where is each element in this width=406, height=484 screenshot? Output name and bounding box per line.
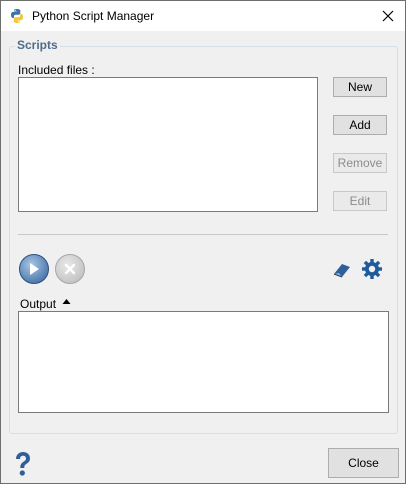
triangle-up-icon[interactable] [62,298,71,305]
python-script-manager-window: Python Script Manager Scripts Included f… [0,0,406,484]
window-title: Python Script Manager [32,9,155,23]
window-close-button[interactable] [371,1,405,31]
scripts-group-title: Scripts [15,38,60,52]
included-files-list[interactable] [18,77,318,212]
edit-button[interactable]: Edit [333,191,387,211]
python-logo-icon [11,9,23,23]
add-button[interactable]: Add [333,115,387,135]
run-button[interactable] [19,254,49,284]
close-button[interactable]: Close [328,448,399,478]
close-icon [382,10,394,22]
eraser-icon[interactable] [331,259,353,281]
gear-icon[interactable] [361,258,383,280]
stop-button[interactable] [55,254,85,284]
question-mark-icon[interactable] [12,451,34,477]
output-textarea[interactable] [18,311,389,413]
stop-icon [64,263,76,275]
separator [18,234,388,235]
title-bar[interactable]: Python Script Manager [1,1,405,31]
remove-button[interactable]: Remove [333,153,387,173]
new-button[interactable]: New [333,77,387,97]
output-label: Output [20,297,57,311]
included-files-label: Included files : [18,63,95,77]
play-icon [30,263,39,275]
